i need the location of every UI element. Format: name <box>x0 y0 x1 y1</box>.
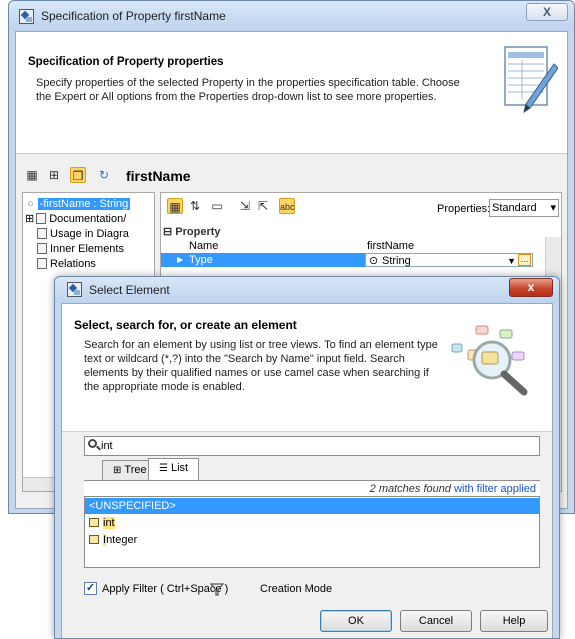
property-value: String <box>382 255 411 267</box>
dialog-title: Select Element <box>89 283 170 297</box>
copy-icon[interactable]: ❐ <box>70 167 86 183</box>
dialog-header-title: Select, search for, or create an element <box>74 318 297 332</box>
collapse-all-icon[interactable]: ⇱ <box>255 198 271 214</box>
list-item-label: <UNSPECIFIED> <box>89 500 176 512</box>
search-icon <box>88 439 97 448</box>
list-item-integer[interactable]: Integer <box>85 532 539 548</box>
search-by-name-input[interactable]: int <box>84 436 540 456</box>
datatype-icon <box>89 518 99 527</box>
list-status-strip: 2 matches found with filter applied <box>84 480 540 496</box>
list-item-match: int <box>103 517 115 529</box>
properties-label: Properties: <box>437 203 491 215</box>
element-list: <UNSPECIFIED> int Integer <box>84 496 540 568</box>
dialog-header: Select, search for, or create an element… <box>62 304 552 432</box>
dialog-header-description: Search for an element by using list or t… <box>84 339 438 393</box>
list-icon: ☰ <box>159 463 168 474</box>
tree-icon: ⊞ <box>113 465 122 476</box>
properties-toolbar: ▦ ⇅ ▭ ⇲ ⇱ abc Properties: Standard <box>161 193 561 223</box>
search-elements-icon <box>451 325 528 396</box>
filter-applied-link[interactable]: with filter applied <box>454 483 536 495</box>
cancel-button[interactable]: Cancel <box>400 610 472 632</box>
tree-item-relations[interactable]: Relations <box>37 257 96 271</box>
tab-label: Tree <box>124 464 147 476</box>
property-group-label: ⊟ Property <box>163 226 221 238</box>
tree-item-documentation[interactable]: ⊞ Documentation/ <box>23 212 126 226</box>
filter-icon[interactable] <box>210 582 224 596</box>
close-button[interactable]: X <box>526 3 568 21</box>
properties-select[interactable]: Standard <box>489 199 559 217</box>
spec-table-pencil-icon <box>504 46 558 114</box>
window-title: Specification of Property firstName <box>41 9 226 23</box>
tab-label: List <box>170 462 189 474</box>
creation-mode-toggle[interactable]: Creation Mode <box>260 583 332 595</box>
help-button[interactable]: Help <box>480 610 548 632</box>
property-group-row[interactable]: ⊟ Property <box>161 225 531 239</box>
spec-toolbar: ▦ ⊞ ❐ ↻ firstName <box>16 162 567 188</box>
class-icon: ⊙ <box>369 255 379 267</box>
page-icon <box>37 258 47 269</box>
app-icon <box>19 9 34 24</box>
abc-icon[interactable]: abc <box>279 198 295 214</box>
datatype-icon <box>89 535 99 544</box>
type-value-cell[interactable]: ⊙ String ▼ … <box>365 253 533 267</box>
tree-item-label: -firstName : String <box>37 198 131 210</box>
select-element-dialog: Select Element x Select, search for, or … <box>54 276 560 639</box>
tree-item-label: Relations <box>50 258 96 270</box>
sort-icon[interactable]: ⇅ <box>187 198 203 214</box>
app-icon <box>67 282 82 297</box>
specification-header: Specification of Property properties Spe… <box>16 32 567 154</box>
list-item-int[interactable]: int <box>85 515 539 531</box>
dropdown-arrow-icon[interactable]: ▼ <box>507 254 516 268</box>
dialog-close-button[interactable]: x <box>509 278 553 297</box>
apply-filter-checkbox[interactable]: ✓ <box>84 582 97 595</box>
tree-item-inner-elements[interactable]: Inner Elements <box>37 242 124 256</box>
dialog-client: Select, search for, or create an element… <box>61 303 553 638</box>
list-item-rest: nteger <box>106 534 138 546</box>
dialog-title-bar[interactable]: Select Element x <box>55 277 559 303</box>
expand-all-icon[interactable]: ⇲ <box>237 198 253 214</box>
property-group-name: Property <box>175 226 221 238</box>
page-icon <box>37 228 47 239</box>
list-item-unspecified[interactable]: <UNSPECIFIED> <box>85 498 539 514</box>
table-view-icon[interactable]: ▦ <box>24 167 40 183</box>
search-input-text: int <box>101 440 113 452</box>
property-name: Name <box>189 240 219 252</box>
page-icon <box>36 213 47 224</box>
header-description: Specify properties of the selected Prope… <box>36 77 460 103</box>
property-row-name[interactable]: Name firstName <box>161 239 531 253</box>
ok-button[interactable]: OK <box>320 610 392 632</box>
categorized-icon[interactable]: ▦ <box>167 198 183 214</box>
property-row-type[interactable]: ▶ Type ⊙ String ▼ … <box>161 253 533 267</box>
browse-button[interactable]: … <box>518 254 531 266</box>
tree-item-label: Documentation/ <box>49 213 127 225</box>
tree-view-icon[interactable]: ⊞ <box>46 167 62 183</box>
title-bar[interactable]: Specification of Property firstName X <box>9 1 574 31</box>
row-pointer-icon: ▶ <box>177 255 184 264</box>
tree-item-usage[interactable]: Usage in Diagra <box>37 227 129 241</box>
match-count-text: 2 matches found <box>369 483 451 495</box>
property-value: firstName <box>367 240 415 252</box>
tree-item-label: Usage in Diagra <box>50 228 129 240</box>
property-name: Type <box>189 254 213 266</box>
refresh-icon[interactable]: ↻ <box>96 167 112 183</box>
tree-item-label: Inner Elements <box>50 243 124 255</box>
tree-item-firstname[interactable]: ○ -firstName : String <box>23 197 131 211</box>
grid-icon[interactable]: ▭ <box>209 198 225 214</box>
page-icon <box>37 243 47 254</box>
element-name: firstName <box>126 168 191 184</box>
tab-list[interactable]: ☰ List <box>148 458 200 480</box>
header-title: Specification of Property properties <box>28 56 224 68</box>
match-count: 2 matches found with filter applied <box>370 483 536 495</box>
